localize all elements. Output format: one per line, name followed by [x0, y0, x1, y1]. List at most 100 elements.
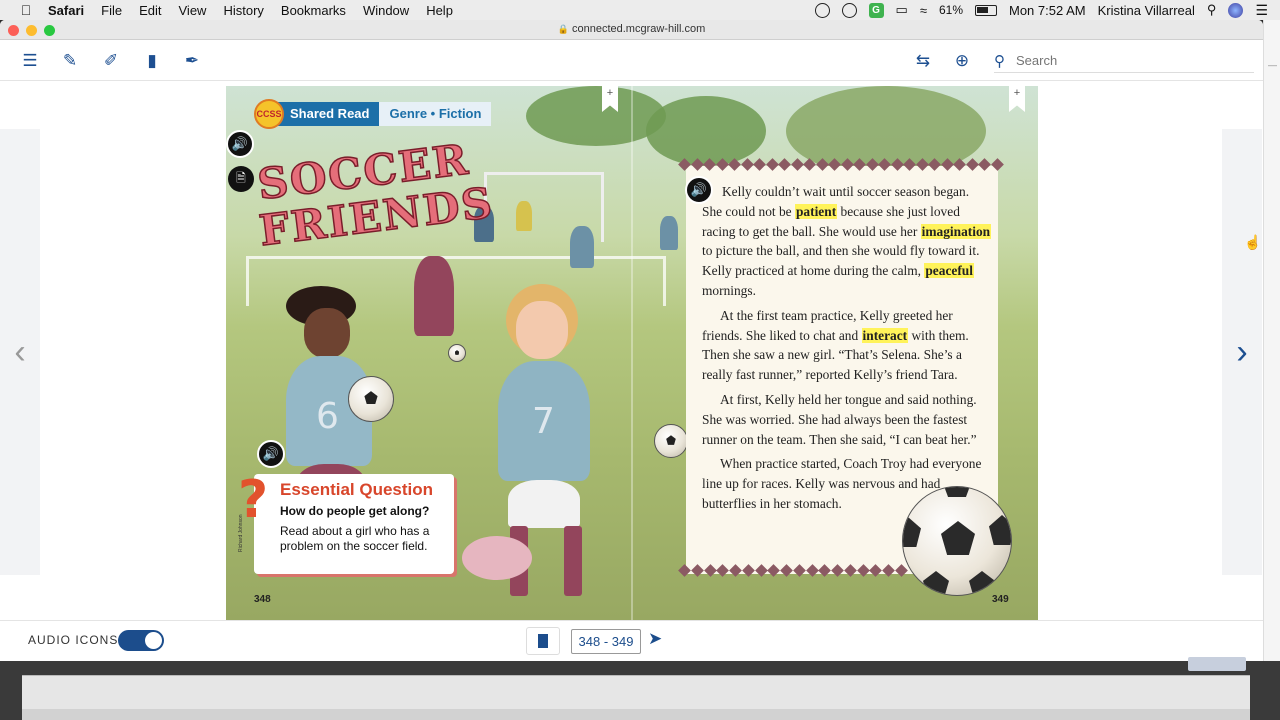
vocabulary-word[interactable]: imagination — [920, 223, 992, 239]
scroll-arrow-icon[interactable]: — — [1268, 60, 1277, 74]
essential-question-prompt: Read about a girl who has a problem on t… — [280, 524, 430, 553]
user-name[interactable]: Kristina Villarreal — [1098, 3, 1195, 18]
soccer-ball-art — [348, 376, 394, 422]
scallop-border-bottom — [678, 564, 908, 578]
jersey-number-6: 6 — [316, 396, 339, 437]
scallop-border-top — [678, 158, 1004, 172]
shared-read-label: Shared Read — [278, 102, 380, 126]
gym-bag-art — [462, 536, 532, 580]
ccss-badge: CCSS — [254, 99, 284, 129]
battery-percent: 61% — [938, 3, 963, 17]
story-text: Kelly couldn’t wait until soccer season … — [702, 182, 992, 519]
notification-center-icon[interactable]: ☰ — [1255, 2, 1268, 19]
pen-icon[interactable]: ✒ — [180, 49, 204, 73]
menu-bar:  Safari File Edit View History Bookmark… — [0, 0, 1280, 20]
search-input[interactable] — [1016, 53, 1236, 68]
airplay-icon[interactable]: ▭ — [896, 2, 908, 18]
record-icon[interactable] — [814, 2, 830, 18]
audio-icons-label: AUDIO ICONS: — [28, 633, 123, 647]
menu-bar-tray: G ▭ ≈ 61% Mon 7:52 AM Kristina Villarrea… — [814, 0, 1280, 20]
tree-art — [526, 86, 666, 146]
reader-toolbar: ☰ ✎ ✐ ▮ ✒ ⇆ ⊕ ⚲ — [0, 41, 1263, 81]
highlighter-icon[interactable]: ✎ — [58, 49, 82, 73]
menu-file[interactable]: File — [101, 3, 122, 18]
browser-window: 🔒 connected.mcgraw-hill.com ☰ ✎ ✐ ▮ ✒ ⇆ ⊕… — [0, 20, 1263, 661]
tree-art — [646, 96, 766, 166]
single-page-icon — [538, 634, 548, 648]
bookmark-icon[interactable]: ▮ — [140, 49, 164, 73]
battery-icon[interactable] — [975, 4, 997, 16]
page-number-field[interactable]: 348 - 349 — [571, 629, 641, 654]
clock[interactable]: Mon 7:52 AM — [1009, 3, 1086, 18]
player-art — [516, 201, 532, 231]
hand-cursor-icon: ☝ — [1244, 234, 1262, 250]
shorts-art — [508, 480, 580, 528]
story-paragraph: At the first team practice, Kelly greete… — [702, 306, 992, 385]
essential-question-heading: Essential Question — [280, 480, 434, 499]
menu-window[interactable]: Window — [363, 3, 409, 18]
previous-page-button[interactable]: ‹ — [0, 129, 40, 575]
background-window — [0, 657, 1280, 720]
story-text-run: At first, Kelly held her tongue and said… — [702, 391, 977, 447]
lock-icon: 🔒 — [557, 24, 569, 34]
bookmark-right-page-button[interactable]: + — [1009, 86, 1025, 112]
audio-icons-toggle[interactable] — [118, 630, 164, 651]
soccer-ball-art — [902, 486, 1012, 596]
essential-question-text: How do people get along? — [280, 504, 430, 518]
page-view-button[interactable] — [526, 627, 560, 655]
vocabulary-word[interactable]: interact — [861, 327, 909, 343]
title-bar: 🔒 connected.mcgraw-hill.com — [0, 20, 1263, 40]
menu-help[interactable]: Help — [426, 3, 453, 18]
page-number-right: 349 — [992, 594, 1009, 605]
soccer-ball-art — [654, 424, 688, 458]
next-page-button[interactable]: › — [1222, 129, 1262, 575]
spotlight-search-icon[interactable]: ⚲ — [1207, 2, 1217, 18]
girl-face-art — [516, 301, 568, 359]
player-art — [414, 256, 454, 336]
story-text-run: mornings. — [702, 282, 756, 298]
marker-icon[interactable]: ✐ — [99, 49, 123, 73]
illustrator-credit: Richard Johnson — [238, 514, 244, 552]
search-box: ⚲ — [994, 49, 1254, 73]
apple-menu-icon[interactable]:  — [18, 2, 34, 18]
background-window-widget — [1188, 657, 1246, 671]
url-text: connected.mcgraw-hill.com — [571, 23, 706, 35]
vocabulary-word[interactable]: patient — [794, 203, 838, 219]
book-spread: 6 7 + + CCSS Shared Read Genre • Fiction — [226, 86, 1038, 621]
player-art — [660, 216, 678, 250]
story-paragraph: At first, Kelly held her tongue and said… — [702, 390, 992, 449]
swap-view-icon[interactable]: ⇆ — [911, 49, 935, 73]
document-icon[interactable]: 🗎 — [228, 166, 254, 192]
story-paragraph: Kelly couldn’t wait until soccer season … — [702, 182, 992, 301]
menu-bookmarks[interactable]: Bookmarks — [281, 3, 346, 18]
go-to-page-icon[interactable]: ➤ — [648, 629, 662, 649]
audio-title-speaker-icon[interactable]: 🔊 — [226, 130, 254, 158]
menu-history[interactable]: History — [223, 3, 263, 18]
menu-view[interactable]: View — [179, 3, 207, 18]
sync-icon[interactable] — [841, 2, 857, 18]
reader-area: ‹ › 6 7 + + CCSS Shared Read Genre • Fic… — [0, 82, 1263, 621]
story-title: SOCCER FRIENDS — [254, 134, 497, 256]
grammarly-icon[interactable]: G — [868, 2, 884, 18]
search-icon: ⚲ — [994, 52, 1005, 70]
sock-art — [564, 526, 582, 596]
menu-app-name[interactable]: Safari — [48, 3, 84, 18]
girl-face-art — [304, 308, 350, 358]
menu-edit[interactable]: Edit — [139, 3, 161, 18]
reader-bottom-bar: AUDIO ICONS: 348 - 349 ➤ — [0, 620, 1263, 661]
audio-question-speaker-icon[interactable]: 🔊 — [257, 440, 285, 468]
background-window-footer — [22, 709, 1250, 720]
soccer-ball-art — [448, 344, 466, 362]
jersey-number-7: 7 — [532, 401, 555, 442]
genre-label: Genre • Fiction — [379, 102, 492, 126]
jersey-art: 7 — [498, 361, 590, 481]
lesson-label-bar: CCSS Shared Read Genre • Fiction — [254, 99, 492, 129]
table-of-contents-icon[interactable]: ☰ — [18, 49, 42, 73]
address-bar[interactable]: 🔒 connected.mcgraw-hill.com — [0, 23, 1263, 35]
chevron-left-icon: ‹ — [14, 332, 26, 371]
wifi-icon[interactable]: ≈ — [920, 3, 927, 18]
siri-icon[interactable] — [1228, 2, 1244, 18]
vocabulary-word[interactable]: peaceful — [924, 263, 974, 279]
player-art — [570, 226, 594, 268]
zoom-in-icon[interactable]: ⊕ — [950, 49, 974, 73]
